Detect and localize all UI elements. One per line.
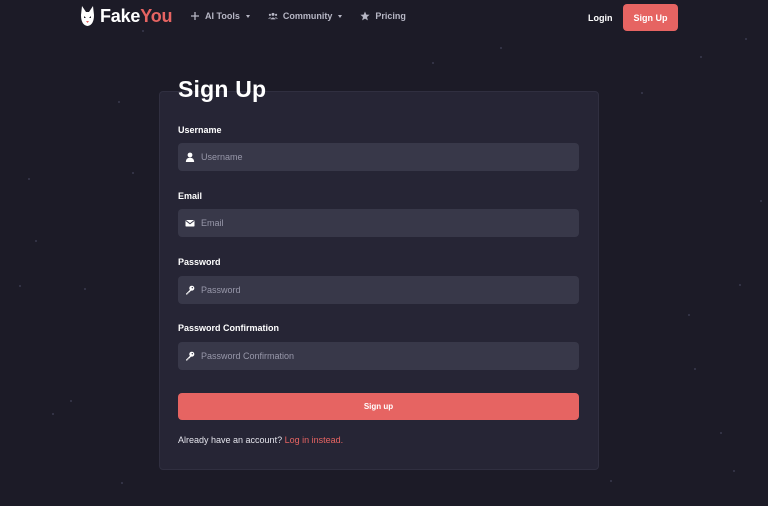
key-icon [186,285,195,295]
top-navbar: FakeYou AI Tools Community Pricing Login… [0,0,768,36]
nav-pricing-label: Pricing [375,11,406,21]
signup-submit-button[interactable]: Sign up [178,393,579,420]
nav-links: AI Tools Community Pricing [190,11,406,21]
nav-ai-tools-label: AI Tools [205,11,240,21]
envelope-icon [185,220,195,227]
user-icon [185,152,195,162]
users-icon [267,12,278,20]
password-input[interactable] [201,276,571,304]
password-confirmation-label: Password Confirmation [178,323,280,333]
signup-nav-button[interactable]: Sign Up [623,4,678,31]
password-label: Password [178,257,221,267]
page-title: Sign Up [178,76,267,102]
username-label: Username [178,125,222,135]
email-label: Email [178,191,203,201]
nav-ai-tools[interactable]: AI Tools [190,11,250,21]
fox-logo-icon [81,6,94,26]
email-input[interactable] [201,209,571,237]
login-instead-link[interactable]: Log in instead. [285,435,344,445]
login-prompt: Already have an account? Log in instead. [178,435,343,445]
chevron-down-icon [245,14,250,18]
brand-name: FakeYou [100,5,173,26]
plus-icon [191,12,199,20]
nav-community[interactable]: Community [267,11,343,21]
username-input[interactable] [201,143,571,171]
username-field [178,143,579,171]
email-field [178,209,579,237]
login-link[interactable]: Login [588,13,613,23]
brand-logo[interactable]: FakeYou [79,5,172,27]
star-icon [360,11,370,21]
nav-community-label: Community [282,11,333,21]
password-confirmation-input[interactable] [201,342,571,370]
password-confirmation-field [178,342,579,370]
nav-pricing[interactable]: Pricing [360,11,406,21]
chevron-down-icon [338,14,343,18]
login-prompt-text: Already have an account? [178,435,283,445]
key-icon [186,351,195,361]
password-field [178,276,579,304]
